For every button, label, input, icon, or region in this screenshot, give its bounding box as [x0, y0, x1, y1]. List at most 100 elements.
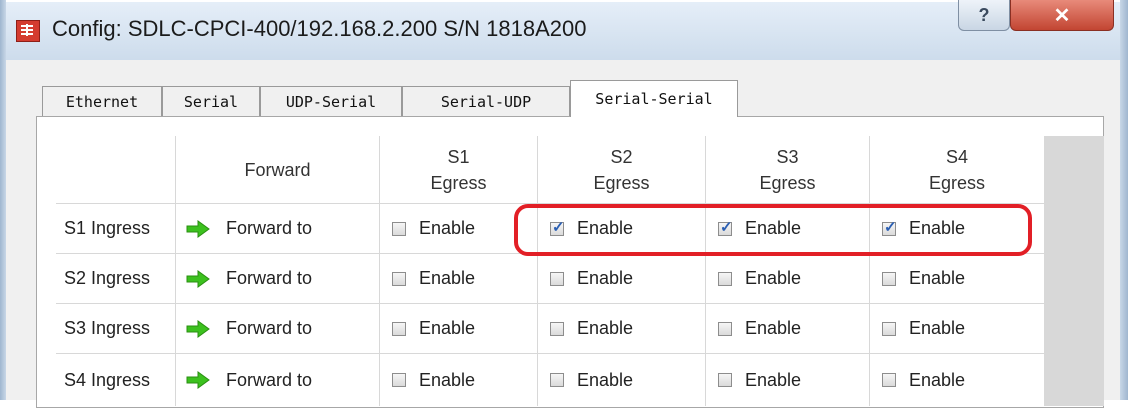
checkbox-unchecked[interactable]	[550, 271, 564, 286]
column-header-s1-egress: S1 Egress	[380, 136, 537, 203]
enable-label: Enable	[419, 268, 476, 288]
row-label-text: S4 Ingress	[64, 369, 151, 390]
checkbox-checked[interactable]: ✓	[718, 218, 733, 236]
enable-checkbox-s2-to-s3[interactable]: Enable	[706, 254, 869, 303]
forward-to-cell: Forward to	[176, 304, 379, 353]
tab-udp-serial[interactable]: UDP-Serial	[260, 86, 402, 116]
forward-to-label: Forward to	[226, 318, 313, 338]
checkbox-unchecked[interactable]	[882, 321, 896, 336]
forward-to-label: Forward to	[226, 218, 313, 238]
forward-to-cell: Forward to	[176, 204, 379, 253]
column-header-port: S3	[776, 146, 799, 167]
checkbox-unchecked[interactable]	[550, 373, 564, 387]
column-header-port: S2	[610, 146, 633, 167]
tab-ethernet[interactable]: Ethernet	[42, 86, 162, 116]
enable-checkbox-s2-to-s1[interactable]: Enable	[380, 254, 537, 303]
row-label-s4-ingress: S4 Ingress	[56, 354, 175, 406]
table-corner-cell	[56, 136, 175, 203]
checkbox-unchecked[interactable]	[392, 373, 406, 387]
enable-label: Enable	[909, 268, 966, 288]
column-header-port: S4	[945, 146, 969, 167]
enable-checkbox-s4-to-s4[interactable]: Enable	[870, 354, 1044, 406]
enable-checkbox-s2-to-s4[interactable]: Enable	[870, 254, 1044, 303]
tab-label: Serial-Serial	[595, 90, 713, 108]
column-header-label: Egress	[430, 172, 487, 193]
enable-checkbox-s4-to-s2[interactable]: Enable	[538, 354, 705, 406]
checkbox-unchecked[interactable]	[392, 271, 406, 286]
checkbox-checked[interactable]: ✓	[550, 218, 565, 236]
enable-label: Enable	[577, 369, 634, 390]
row-label-text: S2 Ingress	[64, 268, 151, 288]
checkbox-checked[interactable]: ✓	[882, 219, 897, 236]
green-arrow-right-icon	[186, 371, 210, 389]
column-header-forward: Forward	[176, 136, 379, 203]
row-label-s3-ingress: S3 Ingress	[56, 304, 175, 353]
tab-label: Serial	[183, 92, 239, 111]
enable-label: Enable	[419, 318, 476, 338]
forward-to-cell: Forward to	[176, 254, 379, 303]
tab-serial-serial[interactable]: Serial-Serial	[570, 80, 738, 117]
enable-label: Enable	[909, 218, 966, 238]
enable-checkbox-s3-to-s3[interactable]: Enable	[706, 304, 869, 353]
column-header-s4-egress: S4 Egress	[870, 136, 1044, 203]
checkbox-unchecked[interactable]	[392, 321, 406, 336]
column-header-s3-egress: S3 Egress	[706, 136, 869, 203]
enable-label: Enable	[745, 369, 802, 390]
enable-label: Enable	[745, 218, 802, 238]
help-button[interactable]: ?	[958, 0, 1010, 31]
enable-label: Enable	[419, 369, 476, 390]
checkbox-unchecked[interactable]	[718, 373, 732, 387]
row-label-text: S1 Ingress	[64, 218, 151, 238]
enable-checkbox-s1-to-s1[interactable]: Enable	[380, 204, 537, 253]
checkbox-unchecked[interactable]	[550, 321, 564, 336]
enable-label: Enable	[577, 268, 634, 288]
checkmark-icon: ✓	[552, 218, 565, 236]
row-label-text: S3 Ingress	[64, 318, 151, 338]
column-header-label: Forward	[244, 159, 311, 180]
tab-label: Serial-UDP	[440, 92, 532, 111]
app-logo-icon	[16, 20, 40, 42]
enable-label: Enable	[577, 318, 634, 338]
tab-label: UDP-Serial	[285, 92, 377, 111]
forward-to-cell: Forward to	[176, 354, 379, 406]
enable-checkbox-s1-to-s4[interactable]: ✓ Enable	[870, 204, 1044, 253]
tab-serial-udp[interactable]: Serial-UDP	[402, 86, 570, 116]
enable-label: Enable	[745, 318, 802, 338]
column-header-label: Egress	[928, 172, 986, 193]
checkbox-unchecked[interactable]	[882, 271, 896, 286]
tab-label: Ethernet	[65, 92, 139, 111]
checkmark-icon: ✓	[720, 218, 733, 236]
close-button[interactable]: ✕	[1010, 0, 1114, 31]
forward-to-label: Forward to	[226, 268, 313, 288]
row-label-s1-ingress: S1 Ingress	[56, 204, 175, 253]
title-bar: Config: SDLC-CPCI-400/192.168.2.200 S/N …	[4, 2, 1122, 61]
checkbox-unchecked[interactable]	[718, 321, 732, 336]
checkbox-unchecked[interactable]	[392, 221, 406, 236]
config-window: Config: SDLC-CPCI-400/192.168.2.200 S/N …	[0, 0, 1128, 408]
row-label-s2-ingress: S2 Ingress	[56, 254, 175, 303]
column-header-port: S1	[447, 146, 470, 167]
enable-checkbox-s3-to-s2[interactable]: Enable	[538, 304, 705, 353]
enable-label: Enable	[419, 218, 476, 238]
tab-serial[interactable]: Serial	[162, 86, 260, 116]
enable-label: Enable	[909, 369, 966, 390]
enable-checkbox-s1-to-s2[interactable]: ✓ Enable	[538, 204, 705, 253]
checkbox-unchecked[interactable]	[882, 373, 896, 387]
column-header-s2-egress: S2 Egress	[538, 136, 705, 203]
column-header-label: Egress	[593, 172, 650, 193]
enable-checkbox-s2-to-s2[interactable]: Enable	[538, 254, 705, 303]
forward-to-label: Forward to	[226, 369, 313, 390]
enable-label: Enable	[577, 218, 634, 238]
enable-checkbox-s3-to-s4[interactable]: Enable	[870, 304, 1044, 353]
enable-checkbox-s3-to-s1[interactable]: Enable	[380, 304, 537, 353]
window-title: Config: SDLC-CPCI-400/192.168.2.200 S/N …	[52, 16, 587, 41]
enable-checkbox-s1-to-s3[interactable]: ✓ Enable	[706, 204, 869, 253]
enable-checkbox-s4-to-s1[interactable]: Enable	[380, 354, 537, 406]
enable-checkbox-s4-to-s3[interactable]: Enable	[706, 354, 869, 406]
checkbox-unchecked[interactable]	[718, 271, 732, 286]
green-arrow-right-icon	[186, 219, 210, 238]
window-border-right	[1120, 0, 1128, 400]
column-header-label: Egress	[759, 172, 816, 193]
enable-label: Enable	[909, 318, 966, 338]
green-arrow-right-icon	[186, 269, 210, 288]
